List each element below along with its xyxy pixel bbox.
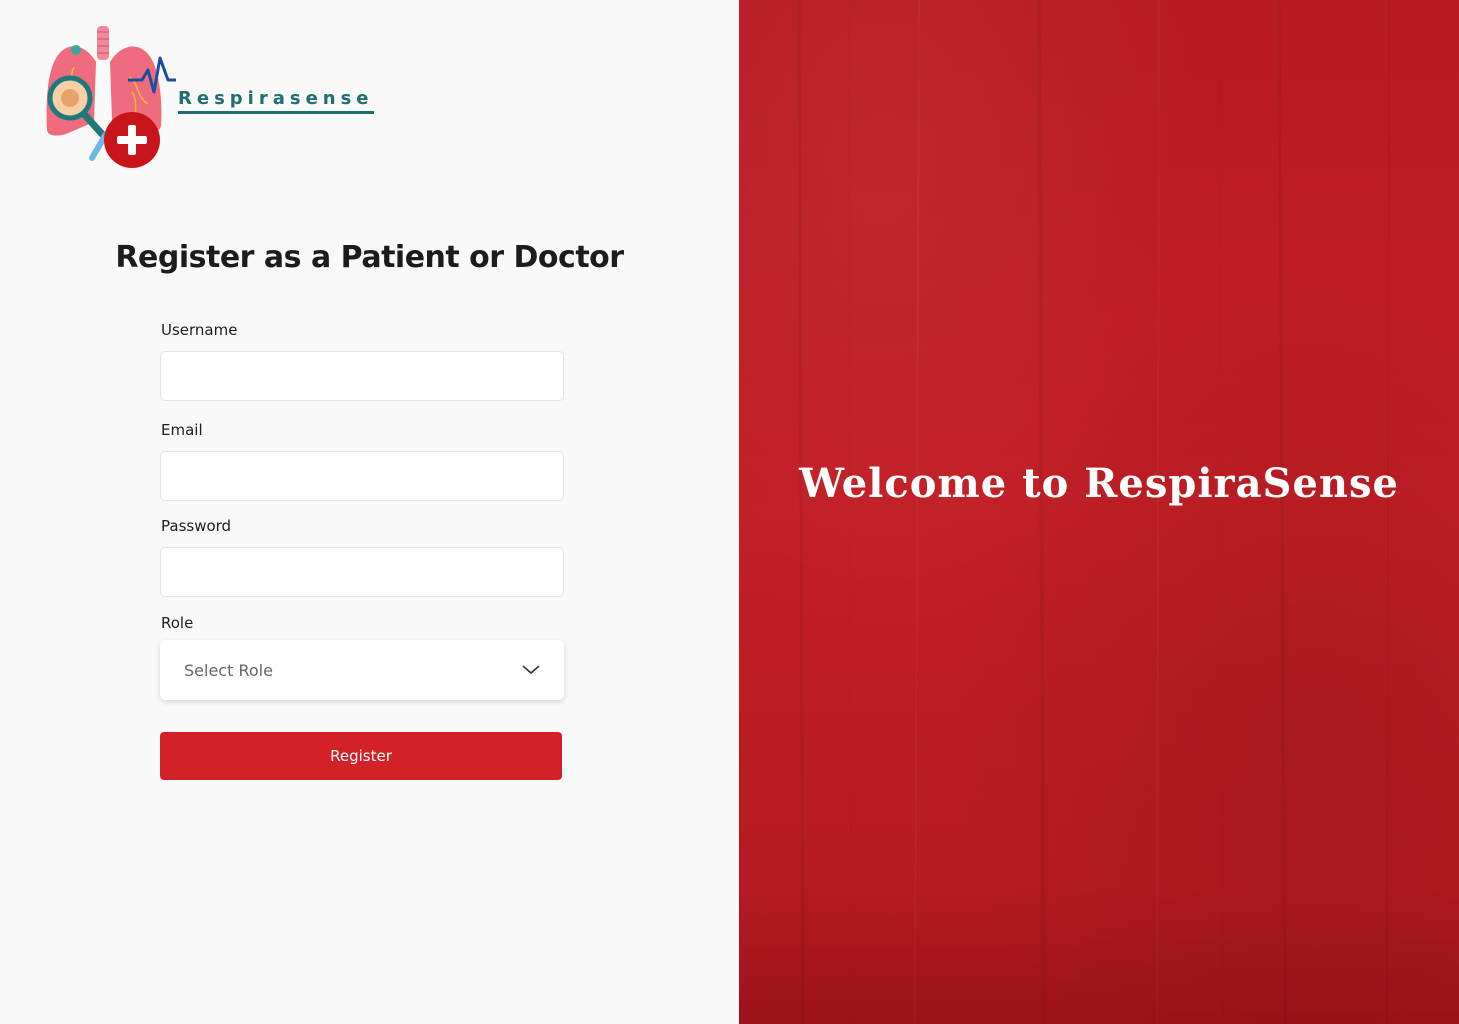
username-label: Username <box>161 321 238 339</box>
lungs-medical-icon <box>46 26 176 168</box>
page-title: Register as a Patient or Doctor <box>115 240 624 275</box>
brand-name: Respirasense <box>178 88 374 114</box>
password-input[interactable] <box>160 547 564 597</box>
welcome-heading: Welcome to RespiraSense <box>799 460 1399 507</box>
password-label: Password <box>161 517 232 535</box>
role-select[interactable]: Select Role <box>160 640 564 700</box>
role-label: Role <box>161 614 194 632</box>
chevron-down-icon <box>522 665 540 675</box>
grunge-texture <box>797 0 1390 1024</box>
email-input[interactable] <box>160 451 564 501</box>
email-label: Email <box>161 421 203 439</box>
register-form: Username Email Password Role Select Role… <box>160 320 564 780</box>
brand-logo[interactable]: Respirasense <box>44 22 374 172</box>
welcome-panel: Welcome to RespiraSense <box>739 0 1459 1024</box>
username-input[interactable] <box>160 351 564 401</box>
register-panel: Respirasense Register as a Patient or Do… <box>0 0 739 1024</box>
register-page: Respirasense Register as a Patient or Do… <box>0 0 1459 1024</box>
role-select-value: Select Role <box>184 660 273 680</box>
register-button[interactable]: Register <box>160 732 562 780</box>
